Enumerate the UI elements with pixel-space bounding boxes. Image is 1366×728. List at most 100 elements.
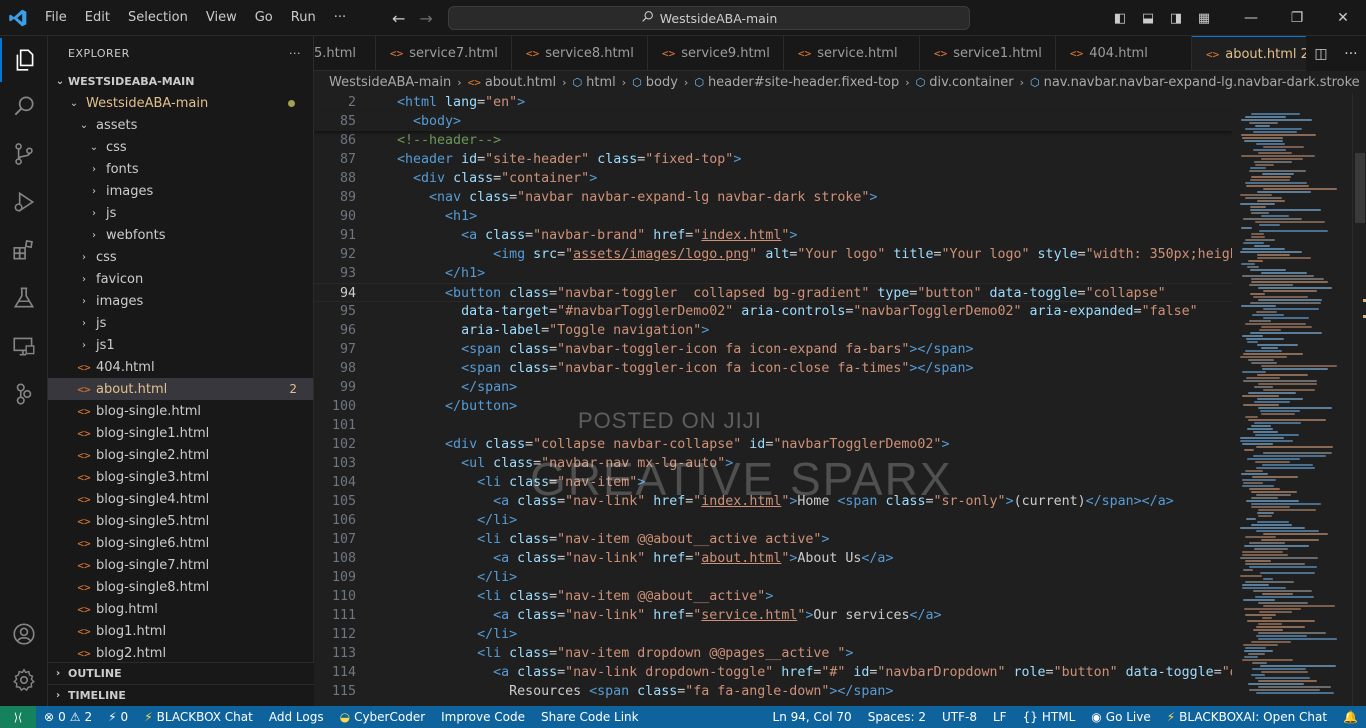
toggle-panel-icon[interactable]: ⬓ bbox=[1134, 11, 1162, 26]
restore-window-icon[interactable]: ❐ bbox=[1274, 10, 1320, 26]
file-item[interactable]: <> blog.html bbox=[48, 598, 313, 620]
code-line[interactable]: 108 <a class="nav-link" href="about.html… bbox=[314, 549, 1232, 568]
folder-item[interactable]: ⌄ css bbox=[48, 136, 313, 158]
breadcrumb-item[interactable]: body bbox=[646, 75, 678, 90]
code-line[interactable]: 87 <header id="site-header" class="fixed… bbox=[314, 150, 1232, 169]
file-item[interactable]: <> blog-single3.html bbox=[48, 466, 313, 488]
code-line[interactable]: 85 <body> bbox=[314, 112, 1232, 131]
code-line[interactable]: 96 aria-label="Toggle navigation"> bbox=[314, 321, 1232, 340]
folder-item[interactable]: › webfonts bbox=[48, 224, 313, 246]
file-item[interactable]: <> 404.html bbox=[48, 356, 313, 378]
split-editor-icon[interactable]: ◫ bbox=[1314, 46, 1327, 62]
menu-edit[interactable]: Edit bbox=[76, 0, 119, 36]
forward-arrow-icon[interactable]: → bbox=[419, 9, 432, 28]
code-line[interactable]: 114 <a class="nav-link dropdown-toggle" … bbox=[314, 663, 1232, 682]
code-line[interactable]: 97 <span class="navbar-toggler-icon fa i… bbox=[314, 340, 1232, 359]
problems-indicator[interactable]: ⊗ 0 ⚠ 2 bbox=[36, 710, 100, 724]
folder-item[interactable]: › js bbox=[48, 202, 313, 224]
indentation[interactable]: Spaces: 2 bbox=[860, 710, 934, 724]
editor-tab[interactable]: <> service8.html bbox=[512, 36, 648, 70]
command-center-search[interactable]: WestsideABA-main bbox=[448, 6, 970, 30]
code-line[interactable]: 112 </li> bbox=[314, 625, 1232, 644]
code-line[interactable]: 86 <!--header--> bbox=[314, 131, 1232, 150]
code-line[interactable]: 2 <html lang="en"> bbox=[314, 93, 1232, 112]
cybercoder-button[interactable]: ◒ CyberCoder bbox=[332, 710, 434, 724]
file-item[interactable]: <> blog-single1.html bbox=[48, 422, 313, 444]
code-line[interactable]: 89 <nav class="navbar navbar-expand-lg n… bbox=[314, 188, 1232, 207]
menu-run[interactable]: Run bbox=[282, 0, 325, 36]
code-line[interactable]: 107 <li class="nav-item @@about__active … bbox=[314, 530, 1232, 549]
file-item[interactable]: <> about.html 2 bbox=[48, 378, 313, 400]
customize-layout-icon[interactable]: ▦ bbox=[1190, 11, 1218, 26]
timeline-section[interactable]: › TIMELINE bbox=[48, 684, 314, 706]
code-line[interactable]: 113 <li class="nav-item dropdown @@pages… bbox=[314, 644, 1232, 663]
explorer-icon[interactable] bbox=[0, 38, 48, 82]
minimize-window-icon[interactable]: — bbox=[1228, 10, 1274, 26]
folder-item[interactable]: › fonts bbox=[48, 158, 313, 180]
file-item[interactable]: <> blog-single5.html bbox=[48, 510, 313, 532]
code-line[interactable]: 101 bbox=[314, 416, 1232, 435]
editor-tab[interactable]: <> 404.html bbox=[1056, 36, 1192, 70]
code-line[interactable]: 110 <li class="nav-item @@about__active"… bbox=[314, 587, 1232, 606]
share-code-link-button[interactable]: Share Code Link bbox=[533, 710, 647, 724]
breadcrumb-item[interactable]: WestsideABA-main bbox=[329, 75, 451, 90]
folder-item[interactable]: › images bbox=[48, 180, 313, 202]
code-line[interactable]: 98 <span class="navbar-toggler-icon fa i… bbox=[314, 359, 1232, 378]
file-item[interactable]: <> blog-single2.html bbox=[48, 444, 313, 466]
code-line[interactable]: 95 data-target="#navbarTogglerDemo02" ar… bbox=[314, 302, 1232, 321]
editor-tab[interactable]: <> service.html bbox=[784, 36, 920, 70]
menu-selection[interactable]: Selection bbox=[119, 0, 197, 36]
code-line[interactable]: 106 </li> bbox=[314, 511, 1232, 530]
file-item[interactable]: <> blog1.html bbox=[48, 620, 313, 642]
vertical-scrollbar[interactable] bbox=[1352, 93, 1366, 706]
code-line[interactable]: 91 <a class="navbar-brand" href="index.h… bbox=[314, 226, 1232, 245]
folder-item[interactable]: ⌄ assets bbox=[48, 114, 313, 136]
breadcrumb-item[interactable]: about.html bbox=[485, 75, 556, 90]
menu-file[interactable]: File bbox=[36, 0, 76, 36]
code-line[interactable]: 99 </span> bbox=[314, 378, 1232, 397]
code-line[interactable]: 100 </button> bbox=[314, 397, 1232, 416]
workspace-root[interactable]: ⌄ WESTSIDEABA-MAIN bbox=[48, 70, 313, 92]
blackboxai-open-chat-button[interactable]: ⚡ BLACKBOXAI: Open Chat bbox=[1159, 710, 1335, 724]
breadcrumb-item[interactable]: html bbox=[586, 75, 616, 90]
ports-indicator[interactable]: ⚡ 0 bbox=[100, 710, 136, 724]
file-item[interactable]: <> blog-single7.html bbox=[48, 554, 313, 576]
back-arrow-icon[interactable]: ← bbox=[392, 9, 405, 28]
blackbox-chat-button[interactable]: ⚡ BLACKBOX Chat bbox=[136, 710, 261, 724]
add-logs-button[interactable]: Add Logs bbox=[261, 710, 332, 724]
menu-view[interactable]: View bbox=[197, 0, 246, 36]
editor-tab[interactable]: <> service1.html bbox=[920, 36, 1056, 70]
code-line[interactable]: 88 <div class="container"> bbox=[314, 169, 1232, 188]
go-live-button[interactable]: ◉ Go Live bbox=[1083, 710, 1158, 724]
outline-section[interactable]: › OUTLINE bbox=[48, 662, 314, 684]
code-editor[interactable]: 2 <html lang="en"> 85 <body> 86 <!--header… bbox=[314, 93, 1232, 706]
scrollbar-thumb[interactable] bbox=[1355, 153, 1365, 223]
breadcrumb-item[interactable]: div.container bbox=[929, 75, 1013, 90]
remote-indicator-icon[interactable]: ⟩⟨ bbox=[0, 706, 36, 728]
language-mode[interactable]: {} HTML bbox=[1015, 710, 1084, 724]
extensions-icon[interactable] bbox=[0, 228, 48, 272]
more-actions-icon[interactable]: ··· bbox=[1344, 46, 1357, 62]
file-item[interactable]: <> blog-single8.html bbox=[48, 576, 313, 598]
folder-item[interactable]: › images bbox=[48, 290, 313, 312]
encoding[interactable]: UTF-8 bbox=[934, 710, 985, 724]
code-line[interactable]: 115 Resources <span class="fa fa-angle-d… bbox=[314, 682, 1232, 701]
end-of-line[interactable]: LF bbox=[985, 710, 1015, 724]
code-line[interactable]: 93 </h1> bbox=[314, 264, 1232, 283]
code-line[interactable]: 94 <button class="navbar-toggler collaps… bbox=[314, 283, 1232, 302]
notifications-bell-icon[interactable]: 🔔 bbox=[1335, 710, 1366, 724]
folder-item[interactable]: › favicon bbox=[48, 268, 313, 290]
editor-tab[interactable]: 5.html bbox=[314, 36, 376, 70]
folder-item[interactable]: › js1 bbox=[48, 334, 313, 356]
minimap[interactable] bbox=[1232, 93, 1352, 706]
accounts-icon[interactable] bbox=[0, 612, 48, 656]
editor-tab[interactable]: <> service7.html bbox=[376, 36, 512, 70]
toggle-primary-sidebar-icon[interactable]: ◧ bbox=[1106, 11, 1134, 26]
breadcrumb-item[interactable]: header#site-header.fixed-top bbox=[708, 75, 899, 90]
file-item[interactable]: <> blog-single.html bbox=[48, 400, 313, 422]
breadcrumb-item[interactable]: nav.navbar.navbar-expand-lg.navbar-dark.… bbox=[1044, 75, 1360, 90]
toggle-secondary-sidebar-icon[interactable]: ◨ bbox=[1162, 11, 1190, 26]
file-item[interactable]: <> blog-single4.html bbox=[48, 488, 313, 510]
source-control-icon[interactable] bbox=[0, 132, 48, 176]
cursor-position[interactable]: Ln 94, Col 70 bbox=[765, 710, 860, 724]
